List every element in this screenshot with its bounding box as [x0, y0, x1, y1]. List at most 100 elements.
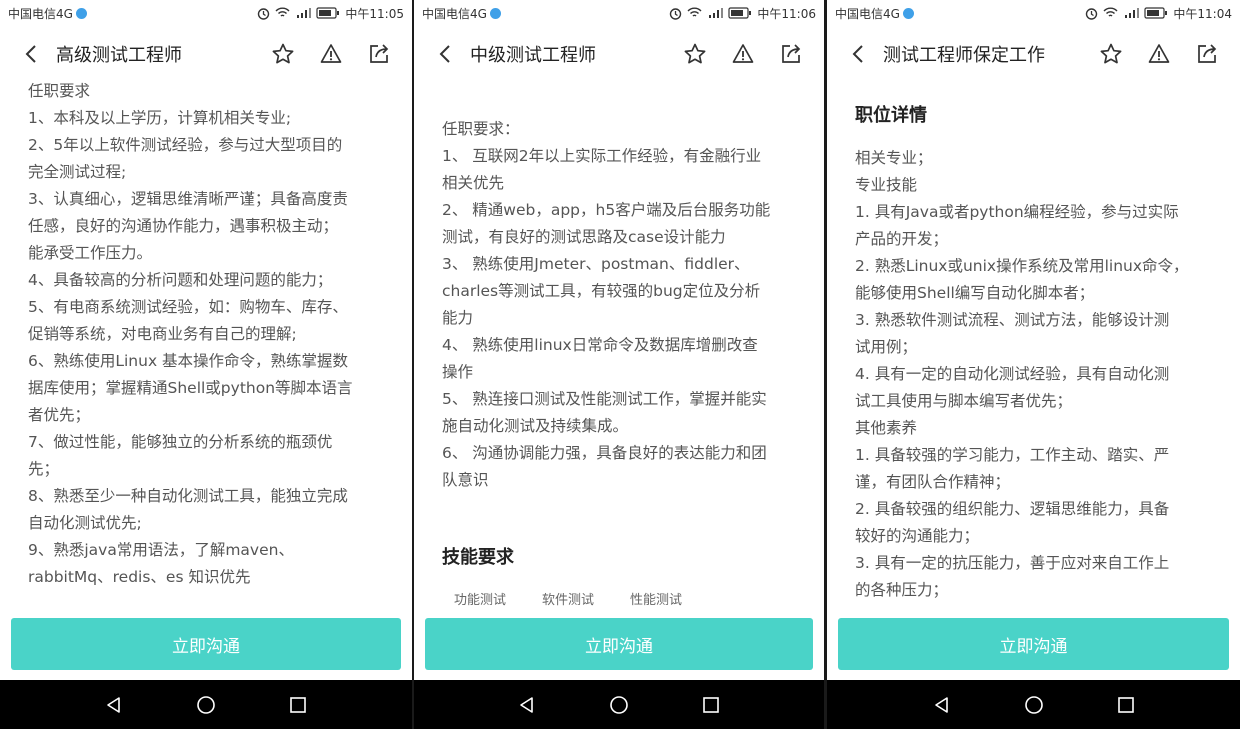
status-icons: 中午11:04	[1085, 5, 1232, 22]
carrier-label: 中国电信4G	[835, 5, 914, 22]
detail-line: 相关专业；	[855, 149, 933, 167]
star-icon[interactable]	[1098, 41, 1124, 67]
page-title: 测试工程师保定工作	[883, 45, 1045, 66]
detail-line: 谨，有团队合作精神；	[855, 473, 1011, 491]
star-icon[interactable]	[682, 41, 708, 67]
details-section-title: 职位详情	[855, 105, 927, 126]
requirement-line: 3、 熟练使用Jmeter、postman、fiddler、	[442, 255, 750, 273]
square-recent-icon[interactable]	[286, 693, 310, 717]
share-icon[interactable]	[778, 41, 804, 67]
triangle-back-icon[interactable]	[515, 693, 539, 717]
carrier-text: 中国电信4G	[835, 6, 900, 21]
status-bar: 中国电信4G 中午11:06	[414, 0, 824, 26]
battery-icon	[1144, 7, 1168, 19]
wifi-icon	[1103, 7, 1118, 19]
share-icon[interactable]	[1194, 41, 1220, 67]
carrier-label: 中国电信4G	[422, 5, 501, 22]
chevron-left-icon[interactable]	[851, 42, 875, 66]
chat-now-button[interactable]: 立即沟通	[425, 618, 813, 670]
warning-icon[interactable]	[730, 41, 756, 67]
app-header: 测试工程师保定工作	[827, 32, 1240, 76]
page-title: 中级测试工程师	[470, 45, 596, 66]
skill-tag[interactable]: 性能测试	[630, 587, 682, 614]
detail-line: 3. 具有一定的抗压能力，善于应对来自工作上	[855, 554, 1170, 572]
warning-icon[interactable]	[318, 41, 344, 67]
square-recent-icon[interactable]	[699, 693, 723, 717]
phone-screen-senior: 中国电信4G 中午11:05 高级测试工程师 任职要求 1、本科及以上学历，计算	[0, 0, 412, 729]
requirement-line: 操作	[442, 363, 474, 381]
requirement-line: 6、熟练使用Linux 基本操作命令，熟练掌握数	[28, 352, 349, 370]
requirement-line: 相关优先	[442, 174, 505, 192]
chat-now-button[interactable]: 立即沟通	[11, 618, 401, 670]
requirement-line: 5、 熟连接口测试及性能测试工作，掌握并能实	[442, 390, 767, 408]
detail-line: 4. 具有一定的自动化测试经验，具有自动化测	[855, 365, 1170, 383]
square-recent-icon[interactable]	[1114, 693, 1138, 717]
requirement-line: 5、有电商系统测试经验，如：购物车、库存、	[28, 298, 348, 316]
requirement-line: 完全测试过程;	[28, 163, 127, 181]
wifi-icon	[687, 7, 702, 19]
chevron-left-icon[interactable]	[438, 42, 462, 66]
signal-icon	[707, 7, 724, 19]
skill-tag[interactable]: 软件测试	[542, 587, 594, 614]
detail-line: 1. 具有Java或者python编程经验，参与过实际	[855, 203, 1179, 221]
circle-home-icon[interactable]	[194, 693, 218, 717]
circle-home-icon[interactable]	[1022, 693, 1046, 717]
detail-line: 试用例；	[855, 338, 918, 356]
chat-now-button[interactable]: 立即沟通	[838, 618, 1229, 670]
requirement-line: 任感，良好的沟通协作能力，遇事积极主动；	[28, 217, 339, 235]
requirement-line: 4、具备较高的分析问题和处理问题的能力；	[28, 271, 333, 289]
carrier-text: 中国电信4G	[422, 6, 487, 21]
skills-section-title: 技能要求	[442, 547, 514, 568]
share-icon[interactable]	[366, 41, 392, 67]
screenshot-collage: 中国电信4G 中午11:05 高级测试工程师 任职要求 1、本科及以上学历，计算	[0, 0, 1240, 729]
requirement-line: 9、熟悉java常用语法，了解maven、	[28, 541, 294, 559]
requirement-line: 8、熟悉至少一种自动化测试工具，能独立完成	[28, 487, 348, 505]
detail-line: 较好的沟通能力；	[855, 527, 980, 545]
circle-home-icon[interactable]	[607, 693, 631, 717]
job-details: 职位详情 相关专业； 专业技能 1. 具有Java或者python编程经验，参与…	[827, 102, 1240, 619]
header-actions	[270, 41, 392, 67]
detail-line: 2. 具备较强的组织能力、逻辑思维能力，具备	[855, 500, 1170, 518]
signal-icon	[1123, 7, 1140, 19]
requirement-line: 任职要求	[28, 82, 91, 100]
skill-tag[interactable]: 功能测试	[454, 587, 506, 614]
alarm-icon	[1085, 7, 1098, 20]
detail-line: 1. 具备较强的学习能力，工作主动、踏实、严	[855, 446, 1170, 464]
warning-icon[interactable]	[1146, 41, 1172, 67]
requirement-line: 队意识	[442, 471, 489, 489]
detail-line: 能够使用Shell编写自动化脚本者；	[855, 284, 1095, 302]
star-icon[interactable]	[270, 41, 296, 67]
app-header: 高级测试工程师	[0, 32, 412, 76]
status-icons: 中午11:06	[669, 5, 816, 22]
clock-text: 中午11:05	[345, 6, 404, 21]
requirement-line: 据库使用；掌握精通Shell或python等脚本语言	[28, 379, 353, 397]
triangle-back-icon[interactable]	[102, 693, 126, 717]
alarm-icon	[669, 7, 682, 20]
carrier-label: 中国电信4G	[8, 5, 87, 22]
battery-icon	[316, 7, 340, 19]
detail-line: 3. 熟悉软件测试流程、测试方法，能够设计测	[855, 311, 1170, 329]
header-actions	[1098, 41, 1220, 67]
requirement-line: 测试，有良好的测试思路及case设计能力	[442, 228, 726, 246]
requirement-line: 任职要求：	[442, 120, 520, 138]
hd-badge-icon	[75, 7, 87, 19]
chevron-left-icon[interactable]	[24, 42, 48, 66]
detail-line: 产品的开发；	[855, 230, 949, 248]
detail-line: 试工具使用与脚本编写者优先；	[855, 392, 1073, 410]
status-bar: 中国电信4G 中午11:04	[827, 0, 1240, 26]
requirement-line: 者优先；	[28, 406, 91, 424]
carrier-text: 中国电信4G	[8, 6, 73, 21]
skill-tags: 功能测试 软件测试 性能测试	[442, 587, 796, 614]
requirement-line: charles等测试工具，有较强的bug定位及分析	[442, 282, 761, 300]
hd-badge-icon	[489, 7, 501, 19]
android-nav-bar	[0, 680, 412, 729]
requirement-line: 自动化测试优先;	[28, 514, 142, 532]
requirement-line: 4、 熟练使用linux日常命令及数据库增删改查	[442, 336, 758, 354]
triangle-back-icon[interactable]	[930, 693, 954, 717]
requirement-line: 1、 互联网2年以上实际工作经验，有金融行业	[442, 147, 762, 165]
page-title: 高级测试工程师	[56, 45, 182, 66]
clock-text: 中午11:06	[757, 6, 816, 21]
requirement-line: 7、做过性能，能够独立的分析系统的瓶颈优	[28, 433, 333, 451]
requirement-line: 1、本科及以上学历，计算机相关专业;	[28, 109, 292, 127]
requirement-line: 2、 精通web，app，h5客户端及后台服务功能	[442, 201, 771, 219]
